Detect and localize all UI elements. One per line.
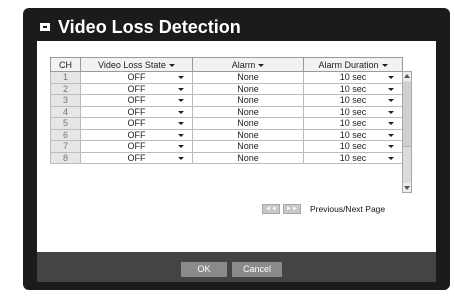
alarm-duration-select[interactable]: 10 sec (303, 82, 403, 95)
scroll-up-icon[interactable] (403, 72, 411, 81)
alarm-cell[interactable]: None (192, 105, 304, 118)
scroll-thumb[interactable] (403, 82, 411, 147)
alarm-duration-select[interactable]: 10 sec (303, 94, 403, 107)
dialog-title: Video Loss Detection (40, 14, 241, 40)
dropdown-arrow-icon (388, 110, 394, 114)
alarm-cell[interactable]: None (192, 151, 304, 164)
channel-cell: 1 (50, 71, 81, 84)
video-loss-state-select[interactable]: OFF (80, 140, 193, 153)
alarm-cell[interactable]: None (192, 71, 304, 84)
next-page-button[interactable]: ►► (283, 204, 301, 214)
dropdown-arrow-icon (388, 145, 394, 148)
alarm-cell[interactable]: None (192, 128, 304, 141)
table-row: 4 OFF None 10 sec (50, 105, 403, 118)
sort-caret-icon (381, 63, 388, 67)
alarm-duration-select[interactable]: 10 sec (303, 128, 403, 141)
alarm-cell[interactable]: None (192, 140, 304, 153)
header-alarm-duration[interactable]: Alarm Duration (303, 57, 403, 72)
dropdown-arrow-icon (388, 156, 394, 160)
scroll-down-icon[interactable] (403, 183, 411, 192)
dropdown-arrow-icon (178, 145, 184, 148)
dropdown-arrow-icon (388, 99, 394, 102)
video-loss-state-select[interactable]: OFF (80, 71, 193, 84)
dropdown-arrow-icon (388, 122, 394, 125)
cancel-button[interactable]: Cancel (232, 262, 282, 277)
pager-label: Previous/Next Page (310, 204, 386, 214)
video-loss-state-select[interactable]: OFF (80, 82, 193, 95)
dropdown-arrow-icon (388, 87, 394, 91)
channel-cell: 6 (50, 128, 81, 141)
channel-cell: 3 (50, 94, 81, 107)
video-loss-state-select[interactable]: OFF (80, 128, 193, 141)
table-scrollbar[interactable] (402, 71, 412, 193)
table-row: 1 OFF None 10 sec (50, 71, 403, 84)
table-row: 3 OFF None 10 sec (50, 94, 403, 107)
channel-cell: 2 (50, 82, 81, 95)
dropdown-arrow-icon (178, 76, 184, 79)
channel-cell: 8 (50, 151, 81, 164)
video-loss-state-select[interactable]: OFF (80, 94, 193, 107)
window-icon (40, 23, 50, 31)
video-loss-state-select[interactable]: OFF (80, 151, 193, 164)
ok-button[interactable]: OK (181, 262, 227, 277)
dropdown-arrow-icon (178, 156, 184, 160)
header-alarm[interactable]: Alarm (192, 57, 304, 72)
table-row: 8 OFF None 10 sec (50, 151, 403, 164)
dropdown-arrow-icon (388, 76, 394, 79)
alarm-cell[interactable]: None (192, 117, 304, 130)
table-row: 6 OFF None 10 sec (50, 128, 403, 141)
table-header-row: CH Video Loss State Alarm Alarm Duration (50, 57, 403, 72)
channel-cell: 4 (50, 105, 81, 118)
table-row: 7 OFF None 10 sec (50, 140, 403, 153)
alarm-duration-select[interactable]: 10 sec (303, 140, 403, 153)
alarm-cell[interactable]: None (192, 94, 304, 107)
channel-cell: 5 (50, 117, 81, 130)
pager: ◄◄ ►► Previous/Next Page (262, 204, 385, 214)
alarm-duration-select[interactable]: 10 sec (303, 105, 403, 118)
dropdown-arrow-icon (178, 122, 184, 125)
alarm-duration-select[interactable]: 10 sec (303, 71, 403, 84)
sort-caret-icon (258, 63, 265, 67)
dropdown-arrow-icon (178, 87, 184, 91)
video-loss-state-select[interactable]: OFF (80, 117, 193, 130)
dialog-title-text: Video Loss Detection (58, 16, 241, 37)
dropdown-arrow-icon (178, 133, 184, 137)
video-loss-table: CH Video Loss State Alarm Alarm Duration… (50, 57, 403, 164)
previous-page-button[interactable]: ◄◄ (262, 204, 280, 214)
video-loss-state-select[interactable]: OFF (80, 105, 193, 118)
table-row: 2 OFF None 10 sec (50, 82, 403, 95)
alarm-duration-select[interactable]: 10 sec (303, 151, 403, 164)
dropdown-arrow-icon (178, 110, 184, 114)
alarm-cell[interactable]: None (192, 82, 304, 95)
table-row: 5 OFF None 10 sec (50, 117, 403, 130)
header-ch: CH (50, 57, 81, 72)
header-video-loss-state[interactable]: Video Loss State (80, 57, 193, 72)
dropdown-arrow-icon (388, 133, 394, 137)
alarm-duration-select[interactable]: 10 sec (303, 117, 403, 130)
sort-caret-icon (168, 63, 175, 67)
channel-cell: 7 (50, 140, 81, 153)
dropdown-arrow-icon (178, 99, 184, 102)
